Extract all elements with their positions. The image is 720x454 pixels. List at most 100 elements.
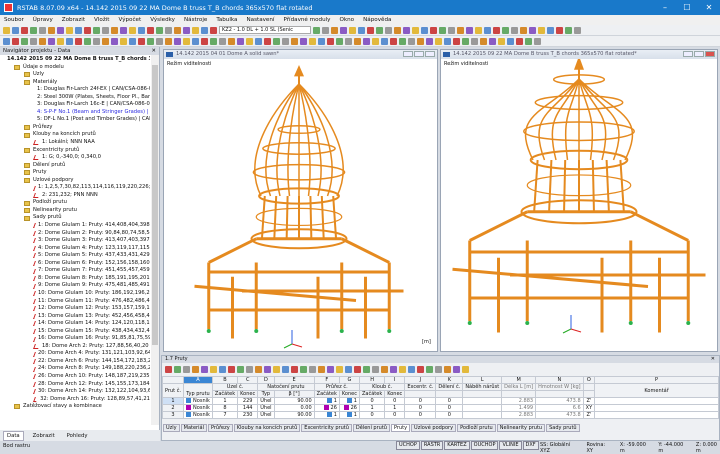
table-toolbar-icon[interactable] — [462, 365, 469, 373]
toolbar-button-icon[interactable] — [574, 26, 581, 34]
cell-k2[interactable]: 0 — [384, 397, 406, 405]
column-letter[interactable]: K — [435, 376, 464, 384]
toolbar-button-icon[interactable] — [412, 26, 419, 34]
cell-no[interactable]: 3 — [161, 411, 185, 419]
table-toolbar-icon[interactable] — [372, 365, 379, 373]
toolbar-button-icon[interactable] — [30, 37, 37, 45]
tree-item[interactable]: Podloží prutu — [0, 199, 150, 207]
table-toolbar-icon[interactable] — [363, 365, 370, 373]
table-toolbar-icon[interactable] — [390, 365, 397, 373]
cell-u1[interactable]: 1 — [211, 397, 239, 405]
table-toolbar-icon[interactable] — [228, 365, 235, 373]
table-tab[interactable]: Podloží prutu — [457, 424, 496, 432]
toolbar-button-icon[interactable] — [372, 37, 379, 45]
table-toolbar-icon[interactable] — [183, 365, 190, 373]
toolbar-button-icon[interactable] — [466, 26, 473, 34]
toolbar-button-icon[interactable] — [57, 26, 64, 34]
toolbar-button-icon[interactable] — [120, 26, 127, 34]
toolbar-button-icon[interactable] — [39, 26, 46, 34]
tree-item[interactable]: 2: Dome Glulam 2: Pruty: 90,84,80,74,58,… — [0, 230, 150, 238]
cell-beta[interactable]: 90.00 — [273, 411, 315, 419]
toolbar-button-icon[interactable] — [507, 37, 514, 45]
toolbar-button-icon[interactable] — [358, 26, 365, 34]
cell-ex[interactable]: 0 — [404, 411, 437, 419]
toolbar-button-icon[interactable] — [313, 26, 320, 34]
column-letter[interactable]: J — [404, 376, 437, 384]
table-toolbar-icon[interactable] — [417, 365, 424, 373]
cell-W[interactable]: 6.6 — [535, 404, 584, 412]
tree-item[interactable]: 1: Dome Glulam 1: Pruty: 414,408,404,398… — [0, 222, 150, 230]
cell-o[interactable]: Z' — [582, 397, 596, 405]
menu-item-3[interactable]: Vložit — [94, 17, 110, 23]
table-toolbar-icon[interactable] — [399, 365, 406, 373]
toolbar-button-icon[interactable] — [534, 37, 541, 45]
toolbar-button-icon[interactable] — [21, 26, 28, 34]
tree-item[interactable]: 9: Dome Glulam 9: Pruty: 475,481,485,491… — [0, 282, 150, 290]
cell-p2[interactable]: 26 — [338, 404, 360, 412]
cell-typ[interactable]: Nosník — [183, 411, 213, 419]
tree-item[interactable]: 20: Dome Arch 4: Pruty: 131,121,103,92,6… — [0, 350, 150, 358]
toolbar-button-icon[interactable] — [349, 26, 356, 34]
table-toolbar-icon[interactable] — [354, 365, 361, 373]
table-tab[interactable]: Materiál — [180, 424, 207, 432]
toolbar-button-icon[interactable] — [264, 37, 271, 45]
table-toolbar-icon[interactable] — [453, 365, 460, 373]
toolbar-button-icon[interactable] — [138, 37, 145, 45]
menu-item-5[interactable]: Výsledky — [150, 17, 175, 23]
model-3d-dome-b[interactable] — [441, 59, 717, 351]
toolbar-button-icon[interactable] — [484, 26, 491, 34]
tree-item[interactable]: 30: Dome Arch 14: Pruty: 132,122,104,93,… — [0, 388, 150, 396]
toolbar-button-icon[interactable] — [426, 37, 433, 45]
cell-L[interactable]: 1.499 — [501, 404, 537, 412]
toolbar-button-icon[interactable] — [165, 37, 172, 45]
cell-no[interactable]: 1 — [161, 397, 185, 405]
tree-item[interactable]: Sady prutů — [0, 214, 150, 222]
table-tab[interactable]: Dělení prutů — [352, 424, 390, 432]
tree-item[interactable]: 6: Dome Glulam 6: Pruty: 152,156,158,160… — [0, 260, 150, 268]
tab-display[interactable]: Zobrazit — [30, 432, 58, 440]
table-tab[interactable]: Sady prutů — [546, 424, 580, 432]
viewport-dome-a[interactable]: 14.142 2015 04 01 Dome A solid sawn* Rež… — [163, 49, 438, 352]
toolbar-button-icon[interactable] — [120, 37, 127, 45]
table-toolbar-icon[interactable] — [327, 365, 334, 373]
table-tab[interactable]: Klouby na koncích prutů — [233, 424, 301, 432]
toolbar-button-icon[interactable] — [174, 26, 181, 34]
cell-u2[interactable]: 229 — [237, 397, 259, 405]
cell-nt[interactable]: Úhel — [257, 411, 275, 419]
toolbar-button-icon[interactable] — [489, 37, 496, 45]
toolbar-button-icon[interactable] — [219, 37, 226, 45]
table-toolbar-icon[interactable] — [165, 365, 172, 373]
tree-item[interactable]: 5: DF-L No.1 (Post and Timber Grades) | … — [0, 116, 150, 124]
toolbar-button-icon[interactable] — [174, 37, 181, 45]
column-letter[interactable]: C — [237, 376, 259, 384]
cell-o[interactable]: Z' — [582, 411, 596, 419]
toolbar-button-icon[interactable] — [66, 37, 73, 45]
tree-item[interactable]: 18: Dome Arch 2: Pruty: 127,88,56,40,20 — [0, 343, 150, 351]
toolbar-button-icon[interactable] — [48, 37, 55, 45]
cell-u1[interactable]: 7 — [211, 411, 239, 419]
table-toolbar-icon[interactable] — [255, 365, 262, 373]
table-tab[interactable]: Uzly — [163, 424, 180, 432]
table-toolbar-icon[interactable] — [237, 365, 244, 373]
menu-item-1[interactable]: Úpravy — [33, 17, 53, 23]
cell-k2[interactable]: 0 — [384, 411, 406, 419]
toolbar-button-icon[interactable] — [417, 37, 424, 45]
toolbar-button-icon[interactable] — [435, 37, 442, 45]
tree-item[interactable]: 4: S-P-F No.1 (Beam and Stringer Grades)… — [0, 109, 150, 117]
toolbar-button-icon[interactable] — [147, 37, 154, 45]
tree-item[interactable]: Uzly — [0, 71, 150, 79]
toolbar-button-icon[interactable] — [3, 37, 10, 45]
viewport-dome-b[interactable]: 14.142 2015 09 22 MA Dome B truss T_B ch… — [440, 49, 718, 352]
tree-item[interactable]: 11: Dome Glulam 11: Pruty: 476,482,486,4… — [0, 298, 150, 306]
toolbar-button-icon[interactable] — [48, 26, 55, 34]
toolbar-button-icon[interactable] — [147, 26, 154, 34]
status-toggle-ouchop[interactable]: OUCHOP — [470, 441, 499, 450]
table-toolbar-icon[interactable] — [345, 365, 352, 373]
tree-item[interactable]: 7: Dome Glulam 7: Pruty: 451,455,457,459… — [0, 267, 150, 275]
tree-item[interactable]: 15: Dome Glulam 15: Pruty: 438,434,432,4… — [0, 328, 150, 336]
cell-dl[interactable]: 0 — [435, 411, 464, 419]
table-row[interactable]: 3 Nosník 7 230 Úhel 90.00 1 1 0 0 0 0 2.883 473.8 Z' — [161, 411, 719, 419]
tree-item[interactable]: 8: Dome Glulam 8: Pruty: 185,191,195,201… — [0, 275, 150, 283]
tree-item[interactable]: 14.142 2015 09 22 MA Dome B truss T_B ch… — [0, 56, 150, 64]
tree-item[interactable]: 22: Dome Arch 6: Pruty: 144,154,172,183,… — [0, 358, 150, 366]
